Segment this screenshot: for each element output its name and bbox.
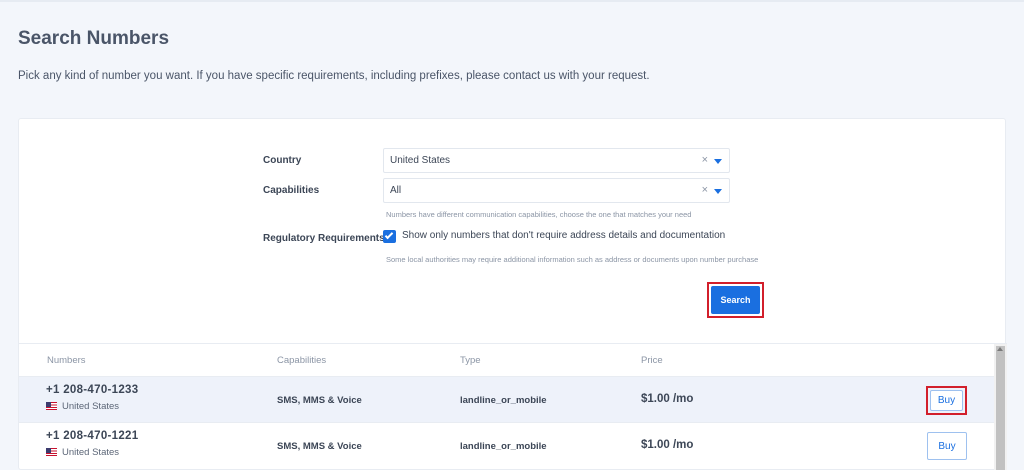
regulatory-checkbox-label[interactable]: Show only numbers that don't require add… <box>402 230 725 241</box>
regulatory-label: Regulatory Requirements <box>263 233 385 244</box>
us-flag-icon <box>46 448 57 456</box>
chevron-down-icon[interactable] <box>714 189 722 194</box>
number-capabilities: SMS, MMS & Voice <box>277 395 362 406</box>
number-type: landline_or_mobile <box>460 441 547 452</box>
capabilities-select[interactable]: All × <box>383 178 730 203</box>
number-capabilities: SMS, MMS & Voice <box>277 441 362 452</box>
check-icon <box>384 230 394 240</box>
close-icon[interactable]: × <box>702 154 708 166</box>
capabilities-hint: Numbers have different communication cap… <box>386 210 692 219</box>
phone-number: +1 208-470-1221 <box>46 430 139 442</box>
us-flag-icon <box>46 402 57 410</box>
table-row: +1 208-470-1221 United States SMS, MMS &… <box>19 422 994 468</box>
number-price: $1.00 /mo <box>641 393 694 405</box>
buy-button[interactable]: Buy <box>927 432 967 460</box>
page-description: Pick any kind of number you want. If you… <box>18 70 650 82</box>
search-card: Country United States × Capabilities All… <box>18 118 1007 470</box>
capabilities-label: Capabilities <box>263 185 320 196</box>
search-button-highlight: Search <box>707 282 764 318</box>
top-divider <box>0 0 1024 2</box>
buy-button-highlight: Buy <box>926 386 967 415</box>
table-row: +1 208-470-1233 United States SMS, MMS &… <box>19 376 994 422</box>
buy-button[interactable]: Buy <box>930 390 963 411</box>
number-type: landline_or_mobile <box>460 395 547 406</box>
country-select[interactable]: United States × <box>383 148 730 173</box>
chevron-down-icon[interactable] <box>714 159 722 164</box>
scroll-up-arrow-icon[interactable] <box>997 347 1003 351</box>
capabilities-value: All <box>390 185 402 196</box>
scrollbar-thumb[interactable] <box>996 346 1005 470</box>
column-header-capabilities: Capabilities <box>277 355 327 366</box>
number-price: $1.00 /mo <box>641 439 694 451</box>
column-header-type: Type <box>460 355 481 366</box>
table-scrollbar[interactable] <box>994 344 1007 470</box>
country-value: United States <box>390 155 451 166</box>
table-header: Numbers Capabilities Type Price <box>19 344 994 376</box>
country-name: United States <box>62 447 120 458</box>
number-country: United States <box>46 401 119 412</box>
search-button[interactable]: Search <box>711 286 760 314</box>
column-header-numbers: Numbers <box>47 355 86 366</box>
country-label: Country <box>263 155 302 166</box>
page-title: Search Numbers <box>18 28 170 49</box>
number-country: United States <box>46 447 119 458</box>
numbers-table: Numbers Capabilities Type Price +1 208-4… <box>19 343 1007 470</box>
close-icon[interactable]: × <box>702 184 708 196</box>
regulatory-hint: Some local authorities may require addit… <box>386 255 759 264</box>
column-header-price: Price <box>641 355 663 366</box>
regulatory-checkbox[interactable] <box>383 230 396 243</box>
country-name: United States <box>62 401 120 412</box>
phone-number: +1 208-470-1233 <box>46 384 139 396</box>
